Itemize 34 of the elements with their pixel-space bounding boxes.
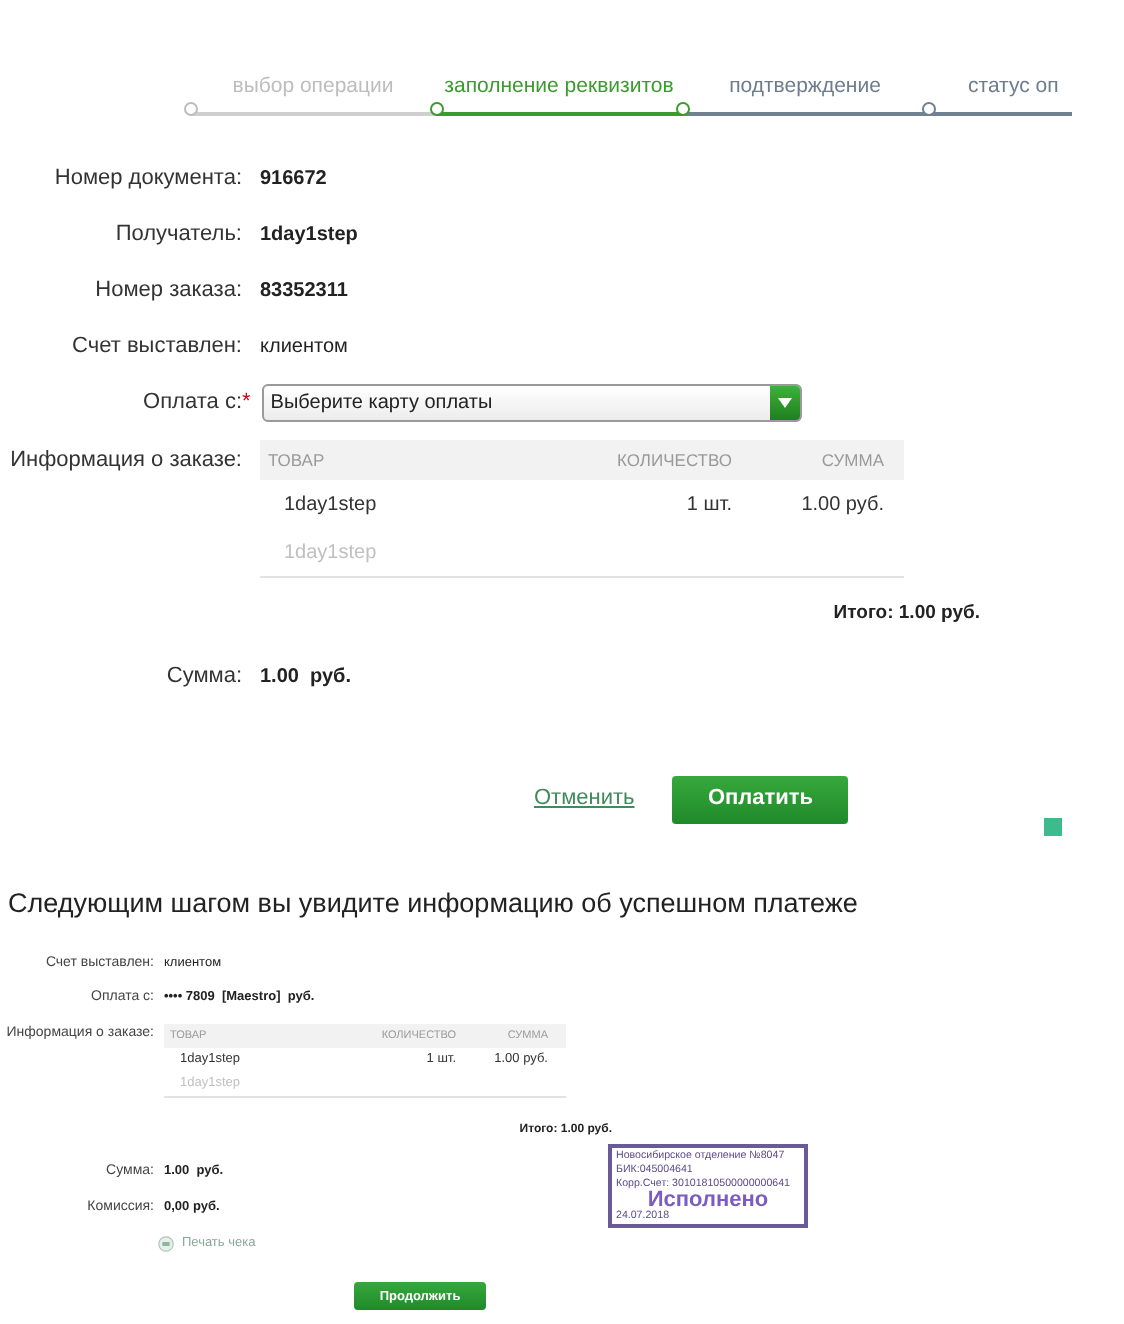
field-label: Информация о заказе: (8, 446, 242, 476)
step-node (430, 102, 444, 116)
order-total: Итого: 1.00 руб. (833, 602, 980, 624)
field-value: 1.00 руб. (260, 663, 352, 692)
step-label[interactable]: статус оп (928, 72, 1072, 104)
field-label: Оплата с: (141, 387, 242, 418)
card-select[interactable]: Выберите карту оплаты (262, 383, 803, 421)
step-node (676, 102, 690, 116)
column-header: КОЛИЧЕСТВО (615, 447, 734, 473)
caption-text: Следующим шагом вы увидите информацию об успешном платеже (6, 885, 860, 922)
field-label: Получатель: (113, 219, 242, 250)
field-label: Номер документа: (52, 163, 242, 194)
table-cell-text: 1day1step (282, 539, 379, 567)
field-value: 916672 (260, 165, 327, 193)
column-header: СУММА (819, 447, 886, 473)
table-cell-text: 1 шт. (684, 491, 734, 519)
cancel-link[interactable]: Отменить (534, 782, 635, 816)
field-label: Сумма: (164, 662, 242, 692)
step-label[interactable]: подтверждение (682, 72, 928, 104)
required-mark: * (242, 388, 251, 418)
step-label[interactable]: заполнение реквизитов (436, 72, 682, 104)
field-value: клиентом (260, 333, 348, 361)
field-value: 1day1step (260, 221, 358, 249)
table-cell-text: 1.00 руб. (799, 491, 886, 519)
step-node (922, 102, 936, 116)
pay-button[interactable]: Оплатить (672, 775, 849, 823)
field-label: Счет выставлен: (70, 331, 242, 362)
stamp-status: Исполнено (647, 1189, 769, 1210)
field-value: 83352311 (260, 277, 348, 305)
field-label: Номер заказа: (93, 275, 242, 306)
step-node (184, 102, 198, 116)
table-cell-text: 1day1step (282, 491, 379, 519)
column-header: ТОВАР (268, 447, 327, 473)
square-icon (1044, 818, 1062, 836)
